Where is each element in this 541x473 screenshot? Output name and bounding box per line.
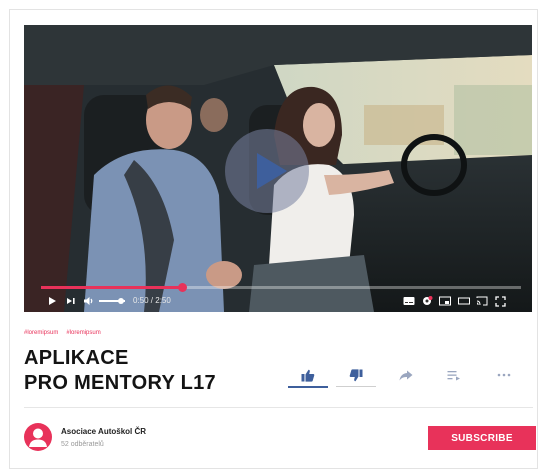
miniplayer-icon [439,296,451,306]
share-button[interactable] [386,364,426,386]
theater-mode-icon [458,297,470,305]
play-icon [257,153,287,189]
theater-button[interactable] [457,293,471,309]
play-small-icon [49,297,56,305]
progress-bar[interactable] [41,283,521,292]
play-overlay-button[interactable] [225,129,309,213]
cast-icon [476,296,488,306]
fullscreen-button[interactable] [493,293,507,309]
video-title-line: APLIKACE [24,347,129,369]
control-bar: 0:50 / 2:50 [24,293,532,311]
hashtag-link[interactable]: #loremipsum [24,330,58,336]
divider [24,407,533,408]
hashtag-link[interactable]: #loremipsum [66,330,100,336]
captions-icon [403,297,415,305]
subscriber-count: 52 odběratelů [61,441,104,448]
action-bar [286,364,526,388]
time-display: 0:50 / 2:50 [133,296,171,305]
channel-name[interactable]: Asociace Autoškol ČR [61,427,146,436]
add-to-queue-button[interactable] [434,364,474,386]
settings-button[interactable] [420,293,434,309]
video-title: APLIKACE PRO MENTORY L17 [24,346,264,396]
thumbs-up-icon [301,369,315,382]
video-title-line: PRO MENTORY L17 [24,372,216,394]
more-options-button[interactable] [484,364,524,386]
dislike-button[interactable] [336,364,376,387]
next-button[interactable] [64,293,78,309]
miniplayer-button[interactable] [438,293,452,309]
volume-icon [84,297,93,305]
thumbs-down-icon [349,368,363,381]
cast-button[interactable] [475,293,489,309]
captions-button[interactable] [402,293,416,309]
like-button[interactable] [288,364,328,388]
gear-icon [423,296,433,305]
fullscreen-icon [494,295,506,307]
subscribe-button[interactable]: SUBSCRIBE [428,426,536,450]
volume-button[interactable] [82,293,96,309]
share-icon [399,370,413,380]
hashtag-list: #loremipsum #loremipsum [24,330,109,336]
user-icon [29,428,47,447]
channel-avatar[interactable] [24,423,52,451]
play-button[interactable] [45,293,59,309]
more-icon [497,373,511,377]
skip-next-icon [67,298,75,304]
volume-handle[interactable] [118,298,125,304]
video-player[interactable]: 0:50 / 2:50 [24,25,532,312]
progress-fill [41,286,183,289]
add-to-queue-icon [447,370,460,380]
